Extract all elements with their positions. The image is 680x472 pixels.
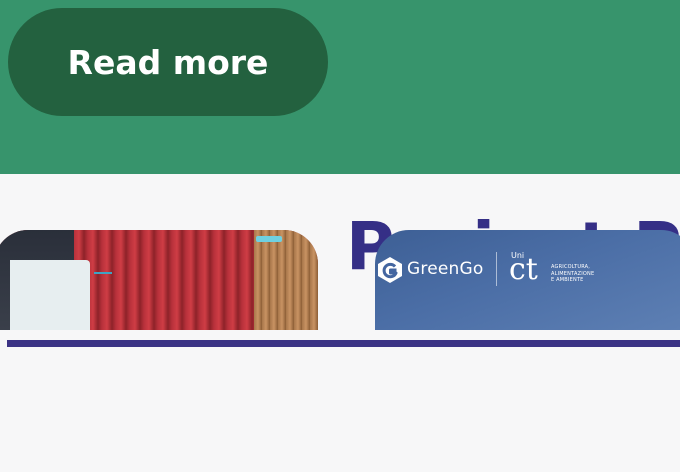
project-card-image-conference[interactable] [0,230,318,330]
read-more-button[interactable]: Read more [8,8,328,116]
logo-separator [496,252,497,286]
stage-curtain [74,230,264,330]
projection-screen [10,260,90,330]
unict-department-label: AGRICOLTURA, ALIMENTAZIONE E AMBIENTE [551,264,595,283]
unict-logo-mark: ct [509,252,538,287]
hero-banner: Read more [0,0,680,174]
greengo-logo-text: GreenGo [407,259,484,279]
greengo-logo-icon [378,257,402,283]
section-divider [7,340,680,347]
